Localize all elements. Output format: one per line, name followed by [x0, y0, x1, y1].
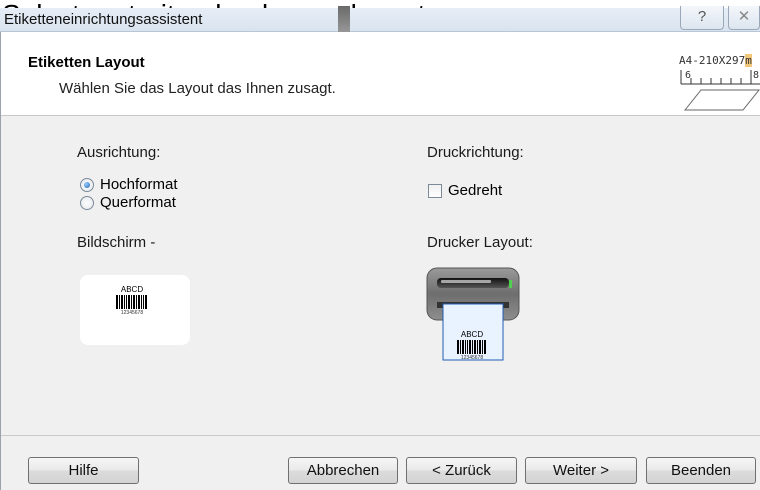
barcode-bars-icon: [116, 295, 148, 309]
cancel-button[interactable]: Abbrechen: [288, 457, 398, 484]
next-button[interactable]: Weiter >: [525, 457, 637, 484]
help-button-titlebar[interactable]: ?: [680, 6, 724, 30]
print-direction-label: Druckrichtung:: [427, 144, 524, 161]
radio-portrait[interactable]: Hochformat: [80, 176, 178, 193]
page-title: Etiketten Layout: [28, 54, 145, 71]
radio-landscape-label: Querformat: [100, 194, 176, 211]
finish-button[interactable]: Beenden: [646, 457, 756, 484]
printer-barcode-text: ABCD: [460, 330, 484, 339]
window-titlebar: Etiketteneinrichtungsassistent ? ✕: [0, 6, 760, 34]
wizard-window: Etiketten Layout Wählen Sie das Layout d…: [0, 32, 760, 490]
window-title: Etiketteneinrichtungsassistent: [4, 11, 203, 28]
screen-barcode: ABCD 12345678: [116, 285, 148, 316]
wizard-header: Etiketten Layout Wählen Sie das Layout d…: [1, 32, 760, 116]
help-button[interactable]: Hilfe: [28, 457, 139, 484]
close-button[interactable]: ✕: [728, 6, 760, 30]
radio-portrait-label: Hochformat: [100, 176, 178, 193]
barcode-bars-icon: [457, 340, 487, 354]
screen-barcode-number: 12345678: [120, 310, 144, 316]
back-button[interactable]: < Zurück: [406, 457, 517, 484]
screen-preview-label: Bildschirm -: [77, 234, 156, 251]
screen-barcode-text: ABCD: [120, 285, 144, 294]
paper-ruler-icon: A4-210X297m 6 8: [679, 54, 760, 114]
printer-barcode: ABCD 12345678: [457, 330, 487, 361]
help-icon: ?: [697, 8, 707, 25]
ruler-graphic: 6 8: [680, 70, 760, 111]
printer-barcode-number: 12345678: [460, 355, 484, 361]
radio-button-selected[interactable]: [80, 177, 94, 192]
footer-divider: [1, 435, 760, 436]
screen-preview-card: ABCD 12345678: [80, 275, 190, 345]
titlebar-artifact: [338, 6, 350, 34]
radio-landscape[interactable]: Querformat: [80, 194, 176, 211]
close-icon: ✕: [737, 8, 751, 25]
radio-button[interactable]: [80, 195, 94, 210]
ruler-mark: 8: [753, 70, 759, 81]
orientation-label: Ausrichtung:: [77, 144, 161, 161]
rotated-checkbox-row[interactable]: Gedreht: [428, 182, 502, 199]
printer-icon: ABCD 12345678: [423, 264, 523, 376]
printer-layout-label: Drucker Layout:: [427, 234, 533, 251]
rotated-checkbox[interactable]: [428, 183, 442, 198]
ruler-mark: 6: [685, 70, 691, 81]
page-subtitle: Wählen Sie das Layout das Ihnen zusagt.: [59, 80, 336, 97]
rotated-label: Gedreht: [448, 182, 503, 199]
